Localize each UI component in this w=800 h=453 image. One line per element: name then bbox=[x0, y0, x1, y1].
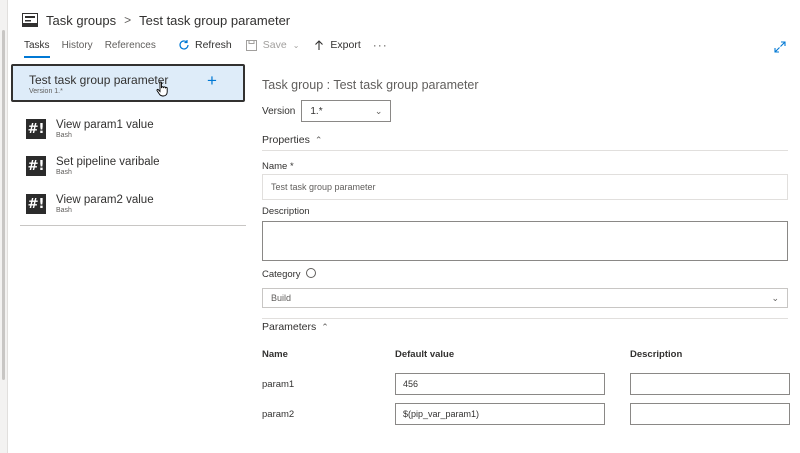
param-header-description: Description bbox=[630, 349, 683, 360]
breadcrumb-task-groups[interactable]: Task groups bbox=[46, 13, 116, 28]
task-subtitle: Bash bbox=[56, 131, 72, 139]
task-group-version: Version 1.* bbox=[29, 88, 63, 95]
param-description-input[interactable] bbox=[630, 403, 790, 425]
parameters-label: Parameters bbox=[262, 321, 317, 333]
parameters-section-toggle[interactable]: Parameters ⌃ bbox=[262, 321, 329, 333]
name-field[interactable]: Test task group parameter bbox=[262, 174, 788, 200]
panel-title: Task group : Test task group parameter bbox=[262, 78, 479, 92]
save-button[interactable]: Save ⌄ bbox=[246, 39, 300, 51]
export-button[interactable]: Export bbox=[313, 39, 361, 51]
param-header-name: Name bbox=[262, 349, 288, 360]
name-label: Name * bbox=[262, 161, 294, 172]
task-item[interactable]: #! View param2 value Bash bbox=[26, 189, 246, 219]
bash-icon: #! bbox=[26, 156, 46, 176]
param-default-input[interactable]: 456 bbox=[395, 373, 605, 395]
param-name: param2 bbox=[262, 409, 295, 420]
tab-bar: Tasks History References bbox=[24, 40, 168, 58]
arrow-up-icon bbox=[313, 39, 325, 51]
tab-references[interactable]: References bbox=[105, 40, 156, 58]
category-label: Category bbox=[262, 268, 316, 280]
chevron-up-icon: ⌃ bbox=[314, 134, 323, 145]
task-list: Test task group parameter Version 1.* + … bbox=[11, 62, 246, 226]
task-groups-icon bbox=[22, 13, 38, 27]
tab-history[interactable]: History bbox=[62, 40, 93, 58]
breadcrumb: Task groups > Test task group parameter bbox=[22, 10, 290, 30]
bash-icon: #! bbox=[26, 119, 46, 139]
category-value: Build bbox=[271, 293, 292, 303]
task-title: View param2 value bbox=[56, 194, 154, 207]
param-description-input[interactable] bbox=[630, 373, 790, 395]
divider bbox=[262, 150, 788, 151]
task-item[interactable]: #! View param1 value Bash bbox=[26, 114, 246, 144]
description-label: Description bbox=[262, 206, 310, 217]
breadcrumb-current: Test task group parameter bbox=[139, 12, 291, 28]
version-value: 1.* bbox=[310, 105, 323, 117]
chevron-up-icon: ⌃ bbox=[321, 321, 329, 332]
task-title: View param1 value bbox=[56, 119, 154, 132]
export-label: Export bbox=[330, 39, 361, 51]
task-item[interactable]: #! Set pipeline varibale Bash bbox=[26, 151, 246, 181]
chevron-down-icon: ⌄ bbox=[374, 105, 383, 116]
refresh-icon bbox=[178, 39, 190, 51]
properties-label: Properties bbox=[262, 134, 310, 146]
task-title: Set pipeline varibale bbox=[56, 156, 160, 169]
version-label: Version bbox=[262, 105, 296, 117]
bash-icon: #! bbox=[26, 194, 46, 214]
task-subtitle: Bash bbox=[56, 168, 72, 176]
properties-section-toggle[interactable]: Properties ⌃ bbox=[262, 134, 322, 146]
chevron-right-icon: > bbox=[124, 13, 132, 27]
info-icon[interactable] bbox=[305, 268, 316, 278]
task-group-title: Test task group parameter bbox=[29, 73, 169, 87]
save-icon bbox=[246, 39, 258, 51]
param-default-input[interactable]: $(pip_var_param1) bbox=[395, 403, 605, 425]
refresh-label: Refresh bbox=[195, 39, 232, 51]
hand-cursor-icon bbox=[156, 81, 168, 102]
task-group-item-selected[interactable]: Test task group parameter Version 1.* + bbox=[11, 64, 245, 102]
description-field[interactable] bbox=[262, 221, 788, 261]
tab-tasks[interactable]: Tasks bbox=[24, 40, 50, 58]
task-group-details: Task group : Test task group parameter V… bbox=[262, 78, 790, 425]
category-dropdown[interactable]: Build ⌄ bbox=[262, 288, 788, 308]
param-name: param1 bbox=[262, 379, 295, 390]
save-label: Save bbox=[262, 39, 287, 51]
param-header-default: Default value bbox=[395, 349, 455, 360]
add-task-icon[interactable]: + bbox=[207, 72, 217, 89]
version-dropdown[interactable]: 1.* ⌄ bbox=[301, 100, 392, 122]
toolbar: Refresh Save ⌄ Export ··· bbox=[178, 38, 388, 52]
task-subtitle: Bash bbox=[56, 206, 72, 214]
version-row: Version 1.* ⌄ bbox=[262, 100, 392, 122]
chevron-down-icon[interactable]: ⌄ bbox=[293, 41, 300, 50]
more-options-icon[interactable]: ··· bbox=[373, 38, 388, 52]
expand-icon[interactable] bbox=[774, 40, 786, 53]
left-scrollbar[interactable] bbox=[0, 0, 8, 453]
scrollbar-thumb[interactable] bbox=[2, 30, 5, 380]
divider bbox=[262, 318, 788, 319]
category-label-text: Category bbox=[262, 269, 301, 280]
chevron-down-icon: ⌄ bbox=[771, 292, 779, 303]
refresh-button[interactable]: Refresh bbox=[178, 39, 232, 51]
